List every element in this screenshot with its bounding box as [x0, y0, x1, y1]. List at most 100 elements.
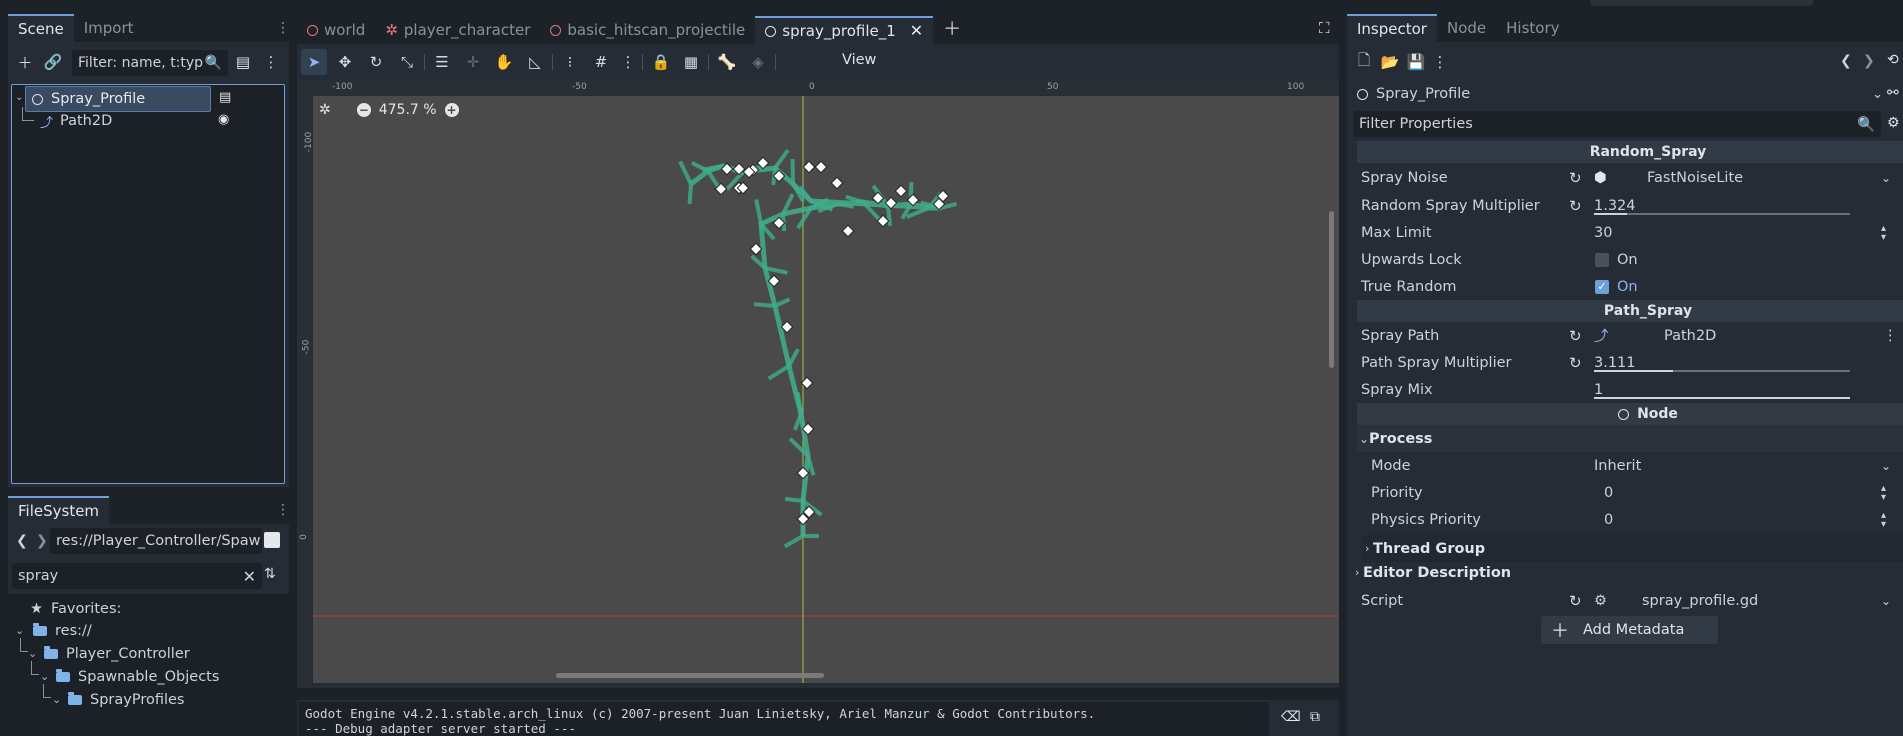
prop-value[interactable]: 0: [1604, 485, 1613, 501]
revert-icon[interactable]: ↻: [1569, 354, 1582, 372]
prop-upwards-lock[interactable]: Upwards Lock On: [1347, 246, 1903, 273]
tab-import[interactable]: Import: [74, 14, 144, 42]
close-icon[interactable]: ✕: [910, 18, 923, 44]
visibility-eye-icon[interactable]: ◉: [218, 112, 229, 127]
chevron-down-icon[interactable]: ⌄: [1881, 171, 1891, 185]
object-selector[interactable]: Spray_Profile ⌄: [1351, 80, 1883, 108]
group-editor-description[interactable]: › Editor Description: [1353, 559, 1903, 586]
prop-priority[interactable]: Priority 0 ▴ ▾: [1347, 479, 1903, 506]
collapse-icon[interactable]: ⌄: [40, 670, 49, 683]
spin-arrows-icon[interactable]: ▴ ▾: [1881, 223, 1886, 242]
snap-options-icon[interactable]: ⋮: [615, 49, 641, 75]
prop-script[interactable]: Script ↻ ⚙ spray_profile.gd ⌄: [1347, 587, 1903, 614]
prop-value[interactable]: 30: [1594, 225, 1612, 241]
section-random-spray[interactable]: Random_Spray: [1357, 141, 1903, 163]
save-resource-icon[interactable]: 💾: [1403, 49, 1429, 75]
horizontal-scrollbar[interactable]: [556, 673, 824, 678]
tab-player-character[interactable]: ✲ player_character: [375, 16, 540, 44]
pan-mode-icon[interactable]: ✋: [491, 49, 517, 75]
revert-icon[interactable]: ↻: [1569, 197, 1582, 215]
grid-snap-icon[interactable]: #: [588, 49, 614, 75]
path-field[interactable]: res://Player_Controller/Spaw: [50, 528, 262, 554]
object-extra-icon[interactable]: ⚯: [1887, 85, 1899, 101]
list-select-icon[interactable]: ☰: [429, 49, 455, 75]
path-point-handle[interactable]: [894, 184, 908, 198]
zoom-out-icon[interactable]: −: [356, 103, 371, 117]
open-resource-icon[interactable]: 📂: [1377, 49, 1403, 75]
prop-value[interactable]: 3.111: [1594, 355, 1636, 371]
forward-icon[interactable]: ❯: [36, 533, 48, 549]
group-process[interactable]: ⌄ Process: [1357, 425, 1903, 452]
prop-value[interactable]: spray_profile.gd: [1642, 593, 1758, 609]
sort-icon[interactable]: ⇅: [264, 566, 276, 582]
dock-menu-icon[interactable]: ⋮: [276, 502, 290, 518]
select-mode-icon[interactable]: ➤: [301, 49, 327, 75]
camera-override-icon[interactable]: ◈: [745, 49, 771, 75]
sprayprofiles-row[interactable]: SprayProfiles: [68, 687, 184, 713]
filter-properties-input[interactable]: Filter Properties 🔍: [1353, 111, 1881, 137]
top-search-box[interactable]: [1590, 0, 1813, 6]
chevron-down-icon[interactable]: ⌄: [1881, 594, 1891, 608]
prop-path-spray-multiplier[interactable]: Path Spray Multiplier ↻ 3.111: [1347, 349, 1903, 376]
prop-spray-noise[interactable]: Spray Noise ↻ ⬢ FastNoiseLite ⌄: [1347, 164, 1903, 191]
scene-menu-icon[interactable]: ⋮: [258, 49, 284, 75]
prop-value[interactable]: 1.324: [1594, 198, 1636, 214]
history-forward-icon[interactable]: ❯: [1863, 53, 1875, 69]
resource-menu-icon[interactable]: ⋮: [1427, 49, 1453, 75]
path-point-handle[interactable]: [749, 242, 763, 256]
copy-output-icon[interactable]: ⧉: [1310, 709, 1320, 725]
section-path-spray[interactable]: Path_Spray: [1357, 300, 1903, 322]
checkbox-unchecked[interactable]: [1595, 252, 1609, 267]
node-path-menu-icon[interactable]: ⋮: [1883, 328, 1898, 344]
add-tab-icon[interactable]: ＋: [933, 16, 971, 44]
tab-inspector[interactable]: Inspector: [1347, 14, 1437, 42]
add-metadata-button[interactable]: ＋ Add Metadata: [1541, 616, 1718, 644]
prop-true-random[interactable]: True Random ✓ On: [1347, 273, 1903, 300]
tab-node[interactable]: Node: [1437, 14, 1496, 42]
path-point-handle[interactable]: [802, 160, 816, 174]
tab-spray-profile-1[interactable]: spray_profile_1 ✕: [755, 16, 934, 44]
scale-mode-icon[interactable]: ⤡: [394, 49, 420, 75]
collapse-icon[interactable]: ⌄: [52, 693, 61, 706]
scene-filter-input[interactable]: Filter: name, t:typ 🔍: [72, 50, 228, 76]
link-icon[interactable]: 🔗: [40, 49, 66, 75]
tab-scene[interactable]: Scene: [8, 14, 74, 42]
tree-row-path2d[interactable]: ⤴ Path2D: [40, 108, 112, 134]
path-point-handle[interactable]: [830, 176, 844, 190]
collapse-icon[interactable]: ⌄: [15, 92, 23, 103]
skeleton-icon[interactable]: 🦴: [714, 49, 740, 75]
revert-icon[interactable]: ↻: [1569, 169, 1582, 187]
clear-icon[interactable]: ✕: [243, 567, 256, 586]
zoom-in-icon[interactable]: +: [444, 103, 459, 117]
move-mode-icon[interactable]: ✥: [332, 49, 358, 75]
lock-icon[interactable]: 🔒: [648, 49, 674, 75]
section-node[interactable]: Node: [1357, 403, 1903, 425]
tab-history[interactable]: History: [1496, 14, 1569, 42]
revert-icon[interactable]: ↻: [1569, 327, 1582, 345]
prop-value[interactable]: FastNoiseLite: [1647, 170, 1743, 186]
prop-value[interactable]: Inherit: [1594, 458, 1641, 474]
spin-arrows-icon[interactable]: ▴ ▾: [1881, 510, 1886, 529]
back-icon[interactable]: ❮: [16, 533, 28, 549]
prop-max-limit[interactable]: Max Limit 30 ▴ ▾: [1347, 219, 1903, 246]
prop-value[interactable]: Path2D: [1664, 328, 1716, 344]
dock-menu-icon[interactable]: ⋮: [276, 20, 290, 36]
path-point-handle[interactable]: [814, 160, 828, 174]
checkbox-checked[interactable]: ✓: [1595, 279, 1609, 294]
zoom-level[interactable]: 475.7 %: [379, 102, 437, 118]
view-menu[interactable]: View: [842, 52, 876, 68]
smart-snap-icon[interactable]: ⁝: [557, 49, 583, 75]
chevron-down-icon[interactable]: ⌄: [1881, 459, 1891, 473]
recent-history-icon[interactable]: ⟲: [1887, 52, 1899, 68]
prop-mode[interactable]: Mode Inherit ⌄: [1347, 452, 1903, 479]
collapse-icon[interactable]: ⌄: [28, 647, 37, 660]
distraction-free-icon[interactable]: ⛶: [1319, 19, 1330, 37]
vertical-scrollbar[interactable]: [1329, 211, 1334, 368]
file-search-input[interactable]: spray ✕: [12, 563, 262, 589]
group-icon[interactable]: ▦: [678, 49, 704, 75]
script-attached-icon[interactable]: ▤: [219, 90, 231, 105]
rotate-mode-icon[interactable]: ↻: [363, 49, 389, 75]
tab-filesystem[interactable]: FileSystem: [8, 496, 110, 524]
add-node-icon[interactable]: ＋: [12, 49, 38, 75]
path-point-handle[interactable]: [841, 224, 855, 238]
